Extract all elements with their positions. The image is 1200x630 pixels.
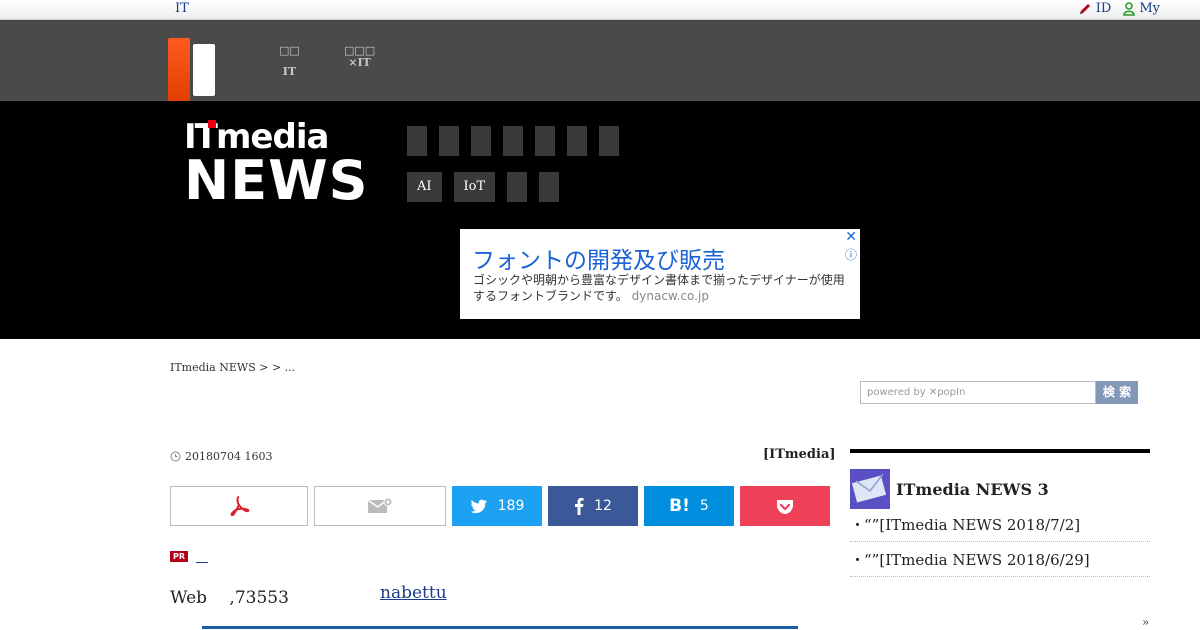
- hatena-count: 5: [699, 498, 709, 514]
- pr-line: PR ＿: [170, 548, 208, 565]
- author-link[interactable]: nabettu: [380, 583, 447, 603]
- category-tab[interactable]: [503, 126, 523, 156]
- site-logo-white[interactable]: [193, 44, 215, 96]
- sidebar-title: ITmedia NEWS 3: [896, 479, 1049, 499]
- pencil-icon: [1079, 3, 1090, 14]
- hatena-bookmark-icon: B!: [669, 496, 690, 516]
- category-tab[interactable]: [471, 126, 491, 156]
- sidebar-list-item[interactable]: “”[ITmedia NEWS 2018/6/29]: [850, 548, 1150, 577]
- mail-add-icon: [367, 497, 393, 513]
- publish-date: 20180704 1603: [170, 450, 272, 463]
- ad-title[interactable]: フォントの開発及び販売: [472, 241, 725, 275]
- article-source: [ITmedia]: [763, 447, 836, 462]
- category-tab-iot[interactable]: IoT: [453, 172, 496, 202]
- ad-body: ゴシックや明朝から豊富なデザイン書体まで揃ったデザイナーが使用するフォントブラン…: [473, 273, 845, 303]
- sidebar-divider: [850, 449, 1150, 453]
- category-tab[interactable]: [599, 126, 619, 156]
- article-lead-text: Web ,73553: [170, 588, 289, 608]
- id-label: ID: [1095, 1, 1112, 16]
- ad-url[interactable]: dynacw.co.jp: [632, 289, 709, 303]
- my-label: My: [1139, 1, 1160, 16]
- global-nav-item-2[interactable]: □□□ ×IT: [344, 45, 375, 69]
- category-tab[interactable]: [567, 126, 587, 156]
- top-bar: IT ID My: [0, 0, 1200, 20]
- facebook-icon: [575, 497, 584, 515]
- clock-icon: [170, 451, 181, 462]
- pr-link[interactable]: ＿: [196, 548, 208, 565]
- ad-close-icon[interactable]: ✕: [845, 229, 857, 245]
- pdf-button[interactable]: [170, 486, 308, 526]
- top-bar-right: ID My: [1078, 1, 1160, 16]
- sidebar-more-link[interactable]: »: [1142, 615, 1149, 629]
- user-icon: [1123, 1, 1136, 16]
- category-tab[interactable]: [535, 126, 555, 156]
- breadcrumb[interactable]: ITmedia NEWS > > ...: [170, 361, 295, 374]
- logo-red-dot: [208, 120, 216, 128]
- category-tab[interactable]: [507, 172, 528, 202]
- search-box: powered by ✕popIn 検 索: [860, 381, 1138, 404]
- ad-info-icon[interactable]: ⓘ: [845, 246, 857, 263]
- sidebar-list-item[interactable]: “”[ITmedia NEWS 2018/7/2]: [850, 513, 1150, 542]
- facebook-count: 12: [594, 498, 612, 514]
- ad-banner[interactable]: フォントの開発及び販売 ゴシックや明朝から豊富なデザイン書体まで揃ったデザイナー…: [460, 229, 860, 319]
- pocket-save-button[interactable]: [740, 486, 830, 526]
- twitter-count: 189: [497, 498, 525, 514]
- sidebar-header: ITmedia NEWS 3: [850, 469, 1049, 509]
- twitter-share-button[interactable]: 189: [452, 486, 542, 526]
- pdf-icon: [230, 496, 250, 517]
- mail-share-button[interactable]: [314, 486, 446, 526]
- category-tab[interactable]: [407, 126, 427, 156]
- search-input[interactable]: powered by ✕popIn: [860, 381, 1096, 404]
- category-tab[interactable]: [539, 172, 560, 202]
- category-tab-ai[interactable]: AI: [407, 172, 442, 202]
- it-link[interactable]: IT: [175, 1, 189, 16]
- category-nav-row-1: [407, 126, 619, 156]
- sidebar-list: “”[ITmedia NEWS 2018/7/2] “”[ITmedia NEW…: [850, 513, 1150, 583]
- category-nav-row-2: AI IoT: [407, 172, 560, 202]
- site-logo-red[interactable]: [168, 38, 190, 107]
- my-link[interactable]: My: [1123, 1, 1160, 16]
- id-link[interactable]: ID: [1078, 1, 1112, 16]
- global-nav-item-1[interactable]: □□ IT: [279, 45, 300, 78]
- pr-badge: PR: [170, 551, 189, 562]
- category-tab[interactable]: [439, 126, 459, 156]
- mail-newsletter-icon: [850, 469, 890, 509]
- global-header: □□ IT □□□ ×IT: [0, 20, 1200, 107]
- hatena-bookmark-button[interactable]: B! 5: [644, 486, 734, 526]
- search-button[interactable]: 検 索: [1096, 381, 1138, 404]
- article-divider: [202, 626, 798, 629]
- twitter-icon: [470, 499, 487, 513]
- pocket-icon: [777, 499, 793, 514]
- facebook-share-button[interactable]: 12: [548, 486, 638, 526]
